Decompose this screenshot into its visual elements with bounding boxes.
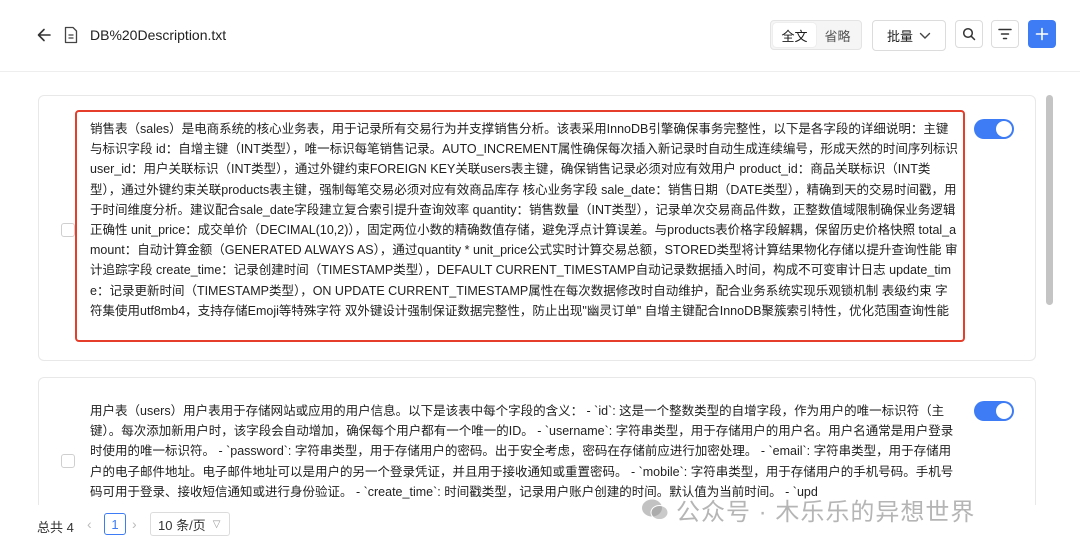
page-number-button[interactable]: 1 [104,513,126,535]
header-bar: DB%20Description.txt 全文 省略 批量 [0,0,1080,72]
card-description-text: 用户表（users）用户表用于存储网站或应用的用户信息。以下是该表中每个字段的含… [90,404,954,499]
filter-button[interactable] [991,20,1019,48]
watermark: 公众号 · 木乐乐的异想世界 [640,492,975,527]
watermark-text: 公众号 · 木乐乐的异想世界 [676,499,976,526]
description-card: 销售表（sales）是电商系统的核心业务表，用于记录所有交易行为并支撑销售分析。… [38,95,1036,361]
chevron-down-icon [919,32,931,39]
page-size-select[interactable]: 10 条/页 ▽ [150,512,230,536]
add-button[interactable] [1028,20,1056,48]
batch-dropdown-button[interactable]: 批量 [872,20,946,51]
enable-toggle[interactable] [974,119,1014,139]
card-description-text: 销售表（sales）是电商系统的核心业务表，用于记录所有交易行为并支撑销售分析。… [90,122,958,318]
file-icon [64,26,78,44]
plus-icon [1035,27,1049,41]
batch-label: 批量 [886,29,913,44]
next-page-button[interactable]: › [132,516,137,532]
search-icon [962,27,976,41]
file-name: DB%20Description.txt [90,27,227,43]
total-count: 总共 4 [37,520,74,535]
row-checkbox[interactable] [61,454,75,468]
view-mode-toggle: 全文 省略 [770,20,862,50]
back-button[interactable] [36,26,52,44]
toggle-knob [996,403,1012,419]
omit-option[interactable]: 省略 [816,23,859,47]
row-checkbox[interactable] [61,223,75,237]
page-size-value: 10 条/页 [158,517,206,533]
enable-toggle[interactable] [974,401,1014,421]
chevron-down-icon: ▽ [212,518,221,530]
search-button[interactable] [955,20,983,48]
filter-icon [998,28,1012,40]
arrow-left-icon [37,28,51,42]
toggle-knob [996,121,1012,137]
full-text-option[interactable]: 全文 [773,23,816,47]
scrollbar-thumb[interactable] [1046,95,1053,305]
description-card: 用户表（users）用户表用于存储网站或应用的用户信息。以下是该表中每个字段的含… [38,377,1036,505]
prev-page-button[interactable]: ‹ [87,516,92,532]
wechat-icon [642,499,669,520]
